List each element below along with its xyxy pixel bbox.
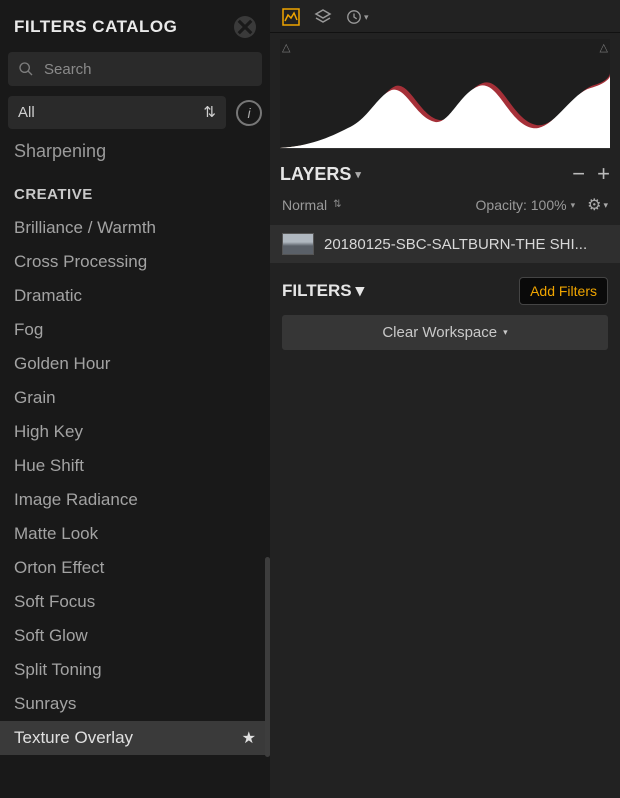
chevron-down-icon: ▾ [355, 168, 361, 181]
info-icon: i [247, 105, 250, 121]
filter-item[interactable]: Orton Effect [0, 551, 270, 585]
section-header-creative: CREATIVE [0, 172, 270, 211]
filter-item[interactable]: Matte Look [0, 517, 270, 551]
close-icon [234, 16, 256, 38]
layers-icon [314, 8, 332, 26]
filter-item[interactable]: Golden Hour [0, 347, 270, 381]
layers-view-button[interactable] [314, 8, 332, 26]
layer-settings-button[interactable]: ⚙ ▾ [587, 195, 608, 215]
filter-label: Texture Overlay [14, 728, 133, 748]
filter-item[interactable]: Brilliance / Warmth [0, 211, 270, 245]
close-panel-button[interactable] [234, 16, 256, 38]
filter-label: Cross Processing [14, 252, 147, 272]
filter-label: Brilliance / Warmth [14, 218, 156, 238]
filter-item-truncated[interactable]: Sharpening [0, 137, 270, 172]
clear-workspace-button[interactable]: Clear Workspace ▾ [282, 315, 608, 350]
blend-row: Normal ⇅ Opacity: 100% ▾ ⚙ ▾ [270, 191, 620, 225]
highlight-clip-indicator[interactable]: △ [600, 41, 608, 54]
filter-label: Orton Effect [14, 558, 104, 578]
filter-label: Matte Look [14, 524, 98, 544]
filters-list[interactable]: Sharpening CREATIVE Brilliance / Warmth C… [0, 137, 270, 798]
category-value: All [18, 104, 35, 121]
layer-thumbnail [282, 233, 314, 255]
add-filters-button[interactable]: Add Filters [519, 277, 608, 305]
info-button[interactable]: i [236, 100, 262, 126]
favorite-star-icon[interactable]: ★ [242, 728, 256, 748]
search-input[interactable] [44, 61, 252, 78]
filter-label: Golden Hour [14, 354, 110, 374]
filter-label: Sunrays [14, 694, 76, 714]
filters-catalog-panel: FILTERS CATALOG All ⇅ i Sharpening CREAT… [0, 0, 270, 798]
panel-header: FILTERS CATALOG [0, 0, 270, 48]
filter-item[interactable]: Cross Processing [0, 245, 270, 279]
filter-item[interactable]: High Key [0, 415, 270, 449]
histogram[interactable]: △ △ [280, 39, 610, 149]
blend-mode-dropdown[interactable]: Normal ⇅ [282, 197, 342, 213]
filter-label: Soft Glow [14, 626, 88, 646]
gear-icon: ⚙ [587, 195, 601, 215]
filters-title[interactable]: FILTERS ▾ [282, 281, 364, 301]
chevron-down-icon: ▾ [571, 200, 576, 211]
filter-item[interactable]: Soft Focus [0, 585, 270, 619]
layer-item[interactable]: 20180125-SBC-SALTBURN-THE SHI... [270, 225, 620, 263]
layers-controls: − + [572, 161, 610, 187]
filter-item[interactable]: Grain [0, 381, 270, 415]
opacity-dropdown[interactable]: Opacity: 100% ▾ [476, 197, 576, 213]
add-layer-button[interactable]: + [597, 161, 610, 187]
filter-item[interactable]: Fog [0, 313, 270, 347]
filter-label: Grain [14, 388, 56, 408]
history-icon [346, 9, 362, 25]
panel-title: FILTERS CATALOG [14, 17, 177, 37]
histogram-curves [280, 68, 610, 148]
shadow-clip-indicator[interactable]: △ [282, 41, 290, 54]
sort-icon: ⇅ [333, 201, 341, 209]
scrollbar-thumb[interactable] [265, 557, 270, 757]
filter-item[interactable]: Sunrays [0, 687, 270, 721]
right-panel: ▾ △ △ LAYERS ▾ − + Normal ⇅ Opacity: 100… [270, 0, 620, 798]
filter-label: Fog [14, 320, 43, 340]
filter-item[interactable]: Texture Overlay ★ [0, 721, 270, 755]
search-input-container[interactable] [8, 52, 262, 86]
category-dropdown[interactable]: All ⇅ [8, 96, 226, 129]
filter-item[interactable]: Split Toning [0, 653, 270, 687]
filter-label: Image Radiance [14, 490, 138, 510]
filter-item[interactable]: Dramatic [0, 279, 270, 313]
history-button[interactable]: ▾ [346, 8, 369, 26]
layers-title[interactable]: LAYERS ▾ [280, 164, 361, 185]
sort-icon: ⇅ [203, 109, 216, 117]
filters-header: FILTERS ▾ Add Filters [270, 273, 620, 315]
remove-layer-button[interactable]: − [572, 161, 585, 187]
filter-item[interactable]: Image Radiance [0, 483, 270, 517]
top-toolbar: ▾ [270, 0, 620, 33]
filter-label: Hue Shift [14, 456, 84, 476]
filter-label: High Key [14, 422, 83, 442]
filter-label: Dramatic [14, 286, 82, 306]
histogram-view-button[interactable] [282, 8, 300, 26]
category-row: All ⇅ i [0, 96, 270, 137]
filter-item[interactable]: Soft Glow [0, 619, 270, 653]
filter-label: Soft Focus [14, 592, 95, 612]
histogram-icon [282, 8, 300, 26]
layers-header: LAYERS ▾ − + [270, 153, 620, 191]
filter-label: Split Toning [14, 660, 102, 680]
chevron-down-icon: ▾ [603, 200, 608, 211]
chevron-down-icon: ▾ [503, 327, 508, 338]
chevron-down-icon: ▾ [356, 281, 365, 301]
chevron-down-icon: ▾ [364, 12, 369, 23]
layer-name: 20180125-SBC-SALTBURN-THE SHI... [324, 236, 587, 253]
filter-item[interactable]: Hue Shift [0, 449, 270, 483]
search-icon [18, 60, 34, 78]
